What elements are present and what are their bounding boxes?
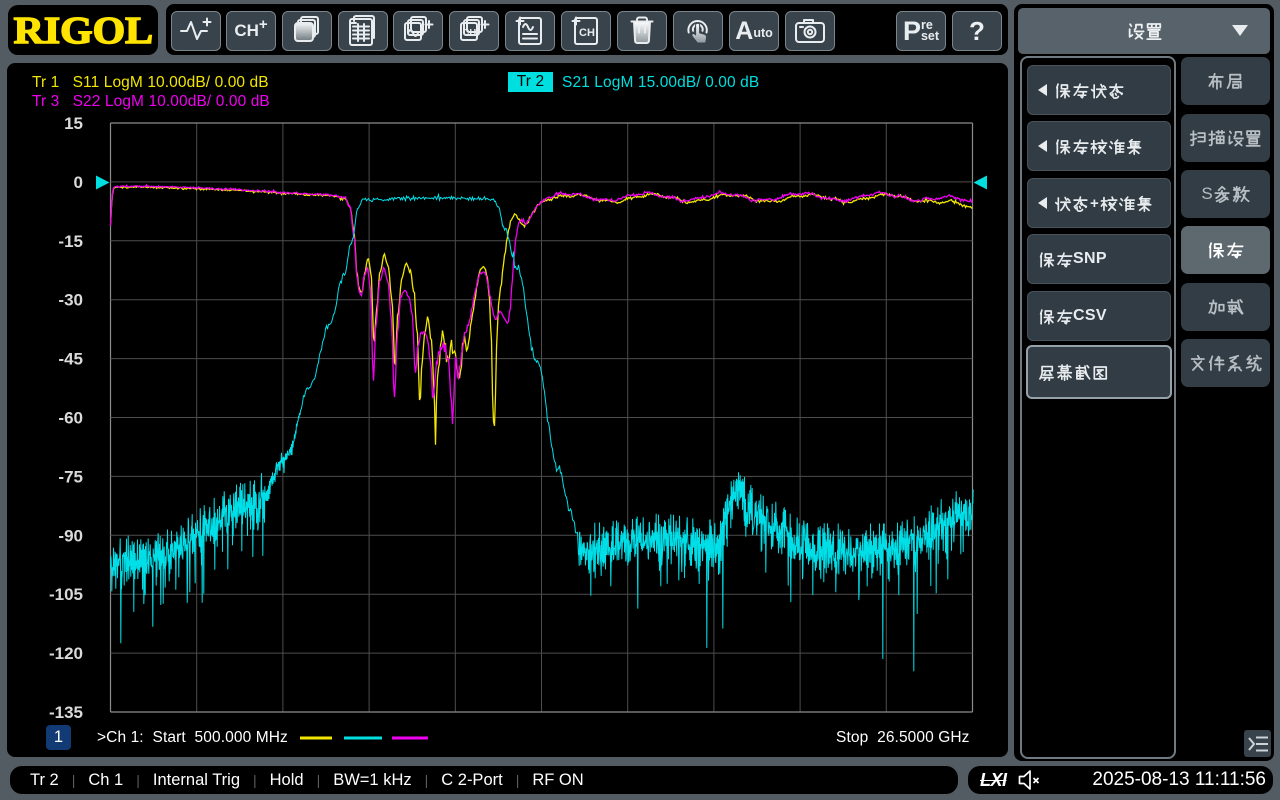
svg-text:CH: CH [579,27,595,39]
svg-text:-30: -30 [58,291,83,310]
svg-text:15: 15 [64,114,83,133]
svg-text:-135: -135 [49,703,83,722]
svg-text:-15: -15 [58,232,83,251]
svg-text:0: 0 [74,173,83,192]
svg-text:-105: -105 [49,585,83,604]
svg-text:CH: CH [463,28,477,39]
svg-text:-120: -120 [49,644,83,663]
svg-text:-75: -75 [58,467,83,486]
svg-text:-60: -60 [58,409,83,428]
svg-text:-90: -90 [58,526,83,545]
svg-text:-45: -45 [58,350,83,369]
